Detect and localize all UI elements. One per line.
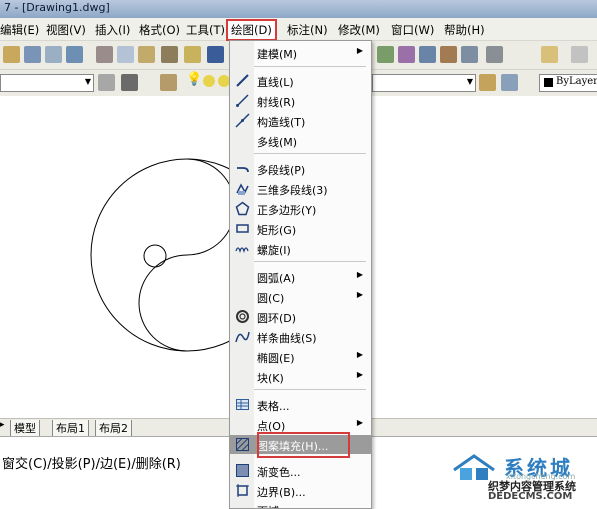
publish-icon[interactable] xyxy=(66,46,83,63)
menu-item-multiline[interactable]: 多线(M) xyxy=(230,131,371,150)
markup-icon[interactable] xyxy=(461,46,478,63)
menu-modify[interactable]: 修改(M) xyxy=(338,22,380,38)
preview-icon[interactable] xyxy=(45,46,62,63)
menu-item-line[interactable]: 直线(L) xyxy=(230,71,371,90)
watermark: 系统城 xitongcheng.com 织梦内容管理系统 DEDECMS.COM xyxy=(444,446,597,507)
layer-manager-icon[interactable] xyxy=(160,74,177,91)
3dpolyline-icon xyxy=(236,183,249,195)
undo-icon[interactable] xyxy=(207,46,224,63)
title-bar: 7 - [Drawing1.dwg] xyxy=(0,0,597,18)
print-icon[interactable] xyxy=(24,46,41,63)
calculator-icon[interactable] xyxy=(486,46,503,63)
submenu-arrow-icon: ▶ xyxy=(356,350,363,359)
submenu-arrow-icon: ▶ xyxy=(356,46,363,55)
tab-layout2[interactable]: 布局2 xyxy=(95,420,132,437)
menu-item-ray[interactable]: 射线(R) xyxy=(230,91,371,110)
chevron-down-icon: ▼ xyxy=(466,77,473,86)
menu-item-table[interactable]: 表格... xyxy=(230,395,371,414)
open-icon[interactable] xyxy=(3,46,20,63)
menu-item-3dpolyline[interactable]: 三维多段线(3) xyxy=(230,179,371,198)
menu-help[interactable]: 帮助(H) xyxy=(444,22,485,38)
workspace-settings-icon[interactable] xyxy=(98,74,115,91)
menu-item-spline[interactable]: 样条曲线(S) xyxy=(230,327,371,346)
paste-icon[interactable] xyxy=(138,46,155,63)
menu-window[interactable]: 窗口(W) xyxy=(391,22,434,38)
toolbar-lock-icon[interactable] xyxy=(121,74,138,91)
menu-separator xyxy=(254,389,366,390)
hatch-highlight-box xyxy=(257,432,350,458)
toolpalettes-icon[interactable] xyxy=(419,46,436,63)
color-select[interactable]: ByLayer xyxy=(539,74,597,92)
menu-item-xline[interactable]: 构造线(T) xyxy=(230,111,371,130)
dimstyle-icon[interactable] xyxy=(571,46,588,63)
donut-icon xyxy=(236,310,249,323)
draw-menu-dropdown: 建模(M) ▶ 直线(L) 射线(R) 构造线(T) 多线(M) 多段线(P) … xyxy=(229,40,372,509)
tab-nav-arrow-icon[interactable]: ▸ xyxy=(0,420,5,430)
spline-icon xyxy=(235,331,250,343)
tab-layout1[interactable]: 布局1 xyxy=(52,420,89,437)
menu-item-circle[interactable]: 圆(C) ▶ xyxy=(230,287,371,306)
menu-format[interactable]: 格式(O) xyxy=(139,22,180,38)
table-icon xyxy=(236,399,249,410)
menu-separator xyxy=(254,261,366,262)
hatch-icon xyxy=(236,438,249,451)
command-prompt-text: 窗交(C)/投影(P)/边(E)/删除(R) xyxy=(2,457,181,472)
text-style-icon[interactable] xyxy=(541,46,558,63)
menu-bar: 编辑(E) 视图(V) 插入(I) 格式(O) 工具(T) 绘图(D) 标注(N… xyxy=(0,18,597,41)
line-icon xyxy=(236,74,249,87)
polyline-icon xyxy=(237,167,249,173)
boundary-icon xyxy=(236,484,249,497)
polygon-icon xyxy=(235,201,250,216)
layer-select[interactable]: ▼ xyxy=(372,74,476,92)
menu-separator xyxy=(254,153,366,154)
menu-item-polygon[interactable]: 正多边形(Y) xyxy=(230,199,371,218)
menu-tools[interactable]: 工具(T) xyxy=(186,22,225,38)
menu-item-donut[interactable]: 圆环(D) xyxy=(230,307,371,326)
window-title: 7 - [Drawing1.dwg] xyxy=(4,1,110,14)
rectangle-icon xyxy=(236,224,249,233)
menu-item-boundary[interactable]: 边界(B)... xyxy=(230,481,371,500)
menu-item-hatch[interactable]: 图案填充(H)... xyxy=(230,432,371,458)
color-swatch xyxy=(544,78,553,87)
menu-item-block[interactable]: 块(K) ▶ xyxy=(230,367,371,386)
submenu-arrow-icon: ▶ xyxy=(356,418,363,427)
submenu-arrow-icon: ▶ xyxy=(356,270,363,279)
gradient-icon xyxy=(236,464,249,477)
xline-icon xyxy=(235,113,250,128)
matchprop-icon[interactable] xyxy=(161,46,178,63)
submenu-arrow-icon: ▶ xyxy=(356,370,363,379)
menu-item-gradient[interactable]: 渐变色... xyxy=(230,461,371,480)
menu-draw[interactable]: 绘图(D) xyxy=(226,19,277,41)
menu-item-helix[interactable]: 螺旋(I) xyxy=(230,239,371,258)
workspace-select[interactable]: ▼ xyxy=(0,74,94,92)
designcenter-icon[interactable] xyxy=(398,46,415,63)
helix-icon xyxy=(235,247,249,254)
sheetset-icon[interactable] xyxy=(440,46,457,63)
menu-dimension[interactable]: 标注(N) xyxy=(287,22,328,38)
block-editor-icon[interactable] xyxy=(184,46,201,63)
menu-item-ellipse[interactable]: 椭圆(E) ▶ xyxy=(230,347,371,366)
watermark-line2: DEDECMS.COM xyxy=(488,491,573,502)
make-current-icon[interactable] xyxy=(479,74,496,91)
menu-item-polyline[interactable]: 多段线(P) xyxy=(230,159,371,178)
layer-previous-icon[interactable] xyxy=(501,74,518,91)
layer-freeze-icon[interactable] xyxy=(203,75,215,87)
menu-insert[interactable]: 插入(I) xyxy=(95,22,130,38)
tab-model[interactable]: 模型 xyxy=(10,420,40,437)
menu-item-arc[interactable]: 圆弧(A) ▶ xyxy=(230,267,371,286)
ray-icon xyxy=(236,94,249,107)
copy-icon[interactable] xyxy=(117,46,134,63)
menu-edit[interactable]: 编辑(E) xyxy=(0,22,39,38)
menu-view[interactable]: 视图(V) xyxy=(46,22,86,38)
menu-separator xyxy=(254,66,366,67)
layer-on-icon[interactable]: 💡 xyxy=(186,72,202,87)
menu-item-rectangle[interactable]: 矩形(G) xyxy=(230,219,371,238)
menu-item-modeling[interactable]: 建模(M) ▶ xyxy=(230,43,371,62)
cut-icon[interactable] xyxy=(96,46,113,63)
chevron-down-icon: ▼ xyxy=(84,77,91,86)
submenu-arrow-icon: ▶ xyxy=(356,290,363,299)
properties-icon[interactable] xyxy=(377,46,394,63)
